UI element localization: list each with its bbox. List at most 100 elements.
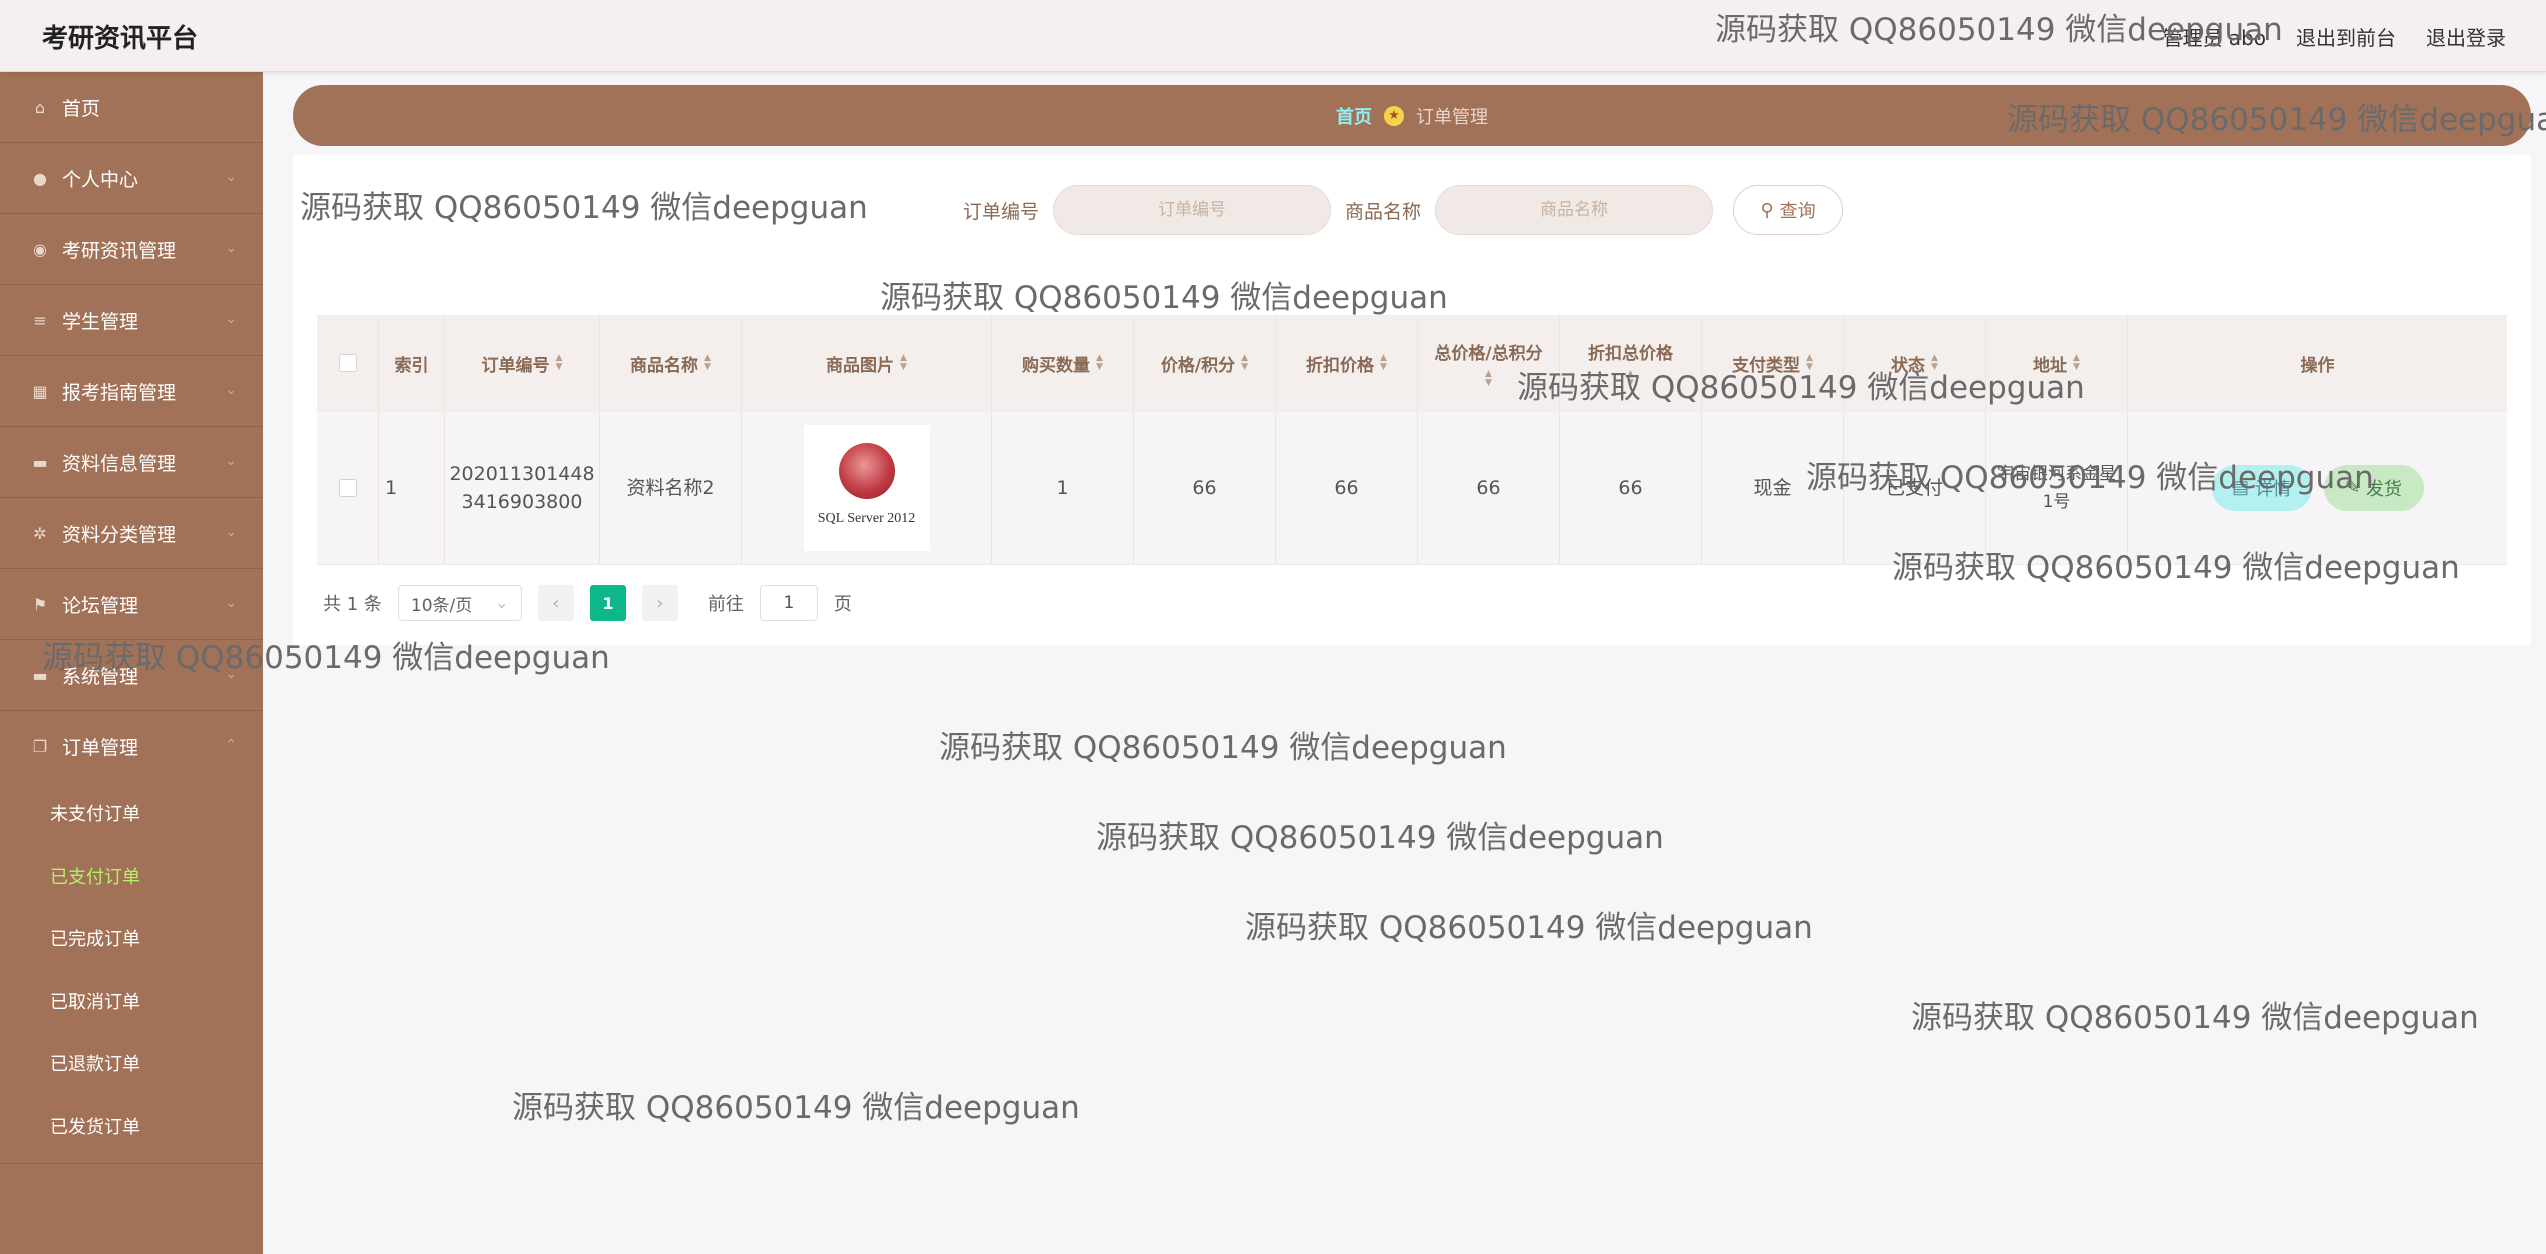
table-header-row: 索引 订单编号 ▲ ▼ 商品名称 ▲ ▼ 商品图片 ▲ ▼ 购买数量 ▲ ▼ 价格/积分 ▲ ▼ 折… xyxy=(317,315,2507,410)
watermark-text: 源码获取 QQ86050149 微信deepguan xyxy=(1245,910,1813,946)
query-button[interactable]: ⚲ 查询 xyxy=(1733,185,1844,235)
row-select-cell xyxy=(317,411,379,564)
search-icon: ⚲ xyxy=(1760,199,1774,220)
page-suffix: 页 xyxy=(833,594,852,615)
page-number[interactable]: 1 xyxy=(589,585,626,621)
watermark-text: 源码获取 QQ86050149 微信deepguan xyxy=(2007,102,2546,138)
header-label: 索引 xyxy=(394,355,429,376)
list-icon: ≡ xyxy=(33,310,47,330)
column-header: 操作 xyxy=(2128,316,2507,410)
product-name-input[interactable] xyxy=(1435,185,1714,235)
total-count: 共 1 条 xyxy=(323,594,382,615)
order-no-input[interactable] xyxy=(1053,185,1332,235)
page-size-value: 10条/页 xyxy=(410,595,473,616)
watermark-text: 源码获取 QQ86050149 微信deepguan xyxy=(1096,820,1664,856)
watermark-text: 源码获取 QQ86050149 微信deepguan xyxy=(1517,370,2085,406)
query-button-label: 查询 xyxy=(1779,201,1816,221)
chevron-down-icon: ⌄ xyxy=(225,453,237,469)
column-header[interactable]: 商品名称 ▲ ▼ xyxy=(600,316,742,410)
sidebar-item-home[interactable]: ⌂ 首页 xyxy=(0,72,263,143)
header-label: 总价格/总积分 xyxy=(1434,343,1543,364)
watermark-text: 源码获取 QQ86050149 微信deepguan xyxy=(42,640,610,676)
breadcrumb-current: 订单管理 xyxy=(1416,106,1488,128)
sidebar-item-personal-center[interactable]: ● 个人中心 ⌄ xyxy=(0,143,263,214)
order-no-line2: 3416903800 xyxy=(461,490,583,513)
chevron-down-icon: ⌄ xyxy=(225,524,237,540)
sort-icon[interactable]: ▲ ▼ xyxy=(704,354,711,372)
sort-icon[interactable]: ▲ ▼ xyxy=(900,354,907,372)
sidebar-item-orders[interactable]: ❐ 订单管理 ⌃ xyxy=(0,711,263,782)
submenu-paid-orders[interactable]: 已支付订单 xyxy=(0,845,263,908)
page-size-select[interactable]: 10条/页 ⌄ xyxy=(397,585,522,621)
sort-icon[interactable]: ▲ ▼ xyxy=(556,354,563,372)
header-label: 商品名称 xyxy=(630,355,699,376)
grid-icon: ▦ xyxy=(32,381,48,401)
product-name-label: 商品名称 xyxy=(1345,200,1422,223)
discount-price-cell: 66 xyxy=(1276,411,1418,564)
watermark-text: 源码获取 QQ86050149 微信deepguan xyxy=(512,1090,1080,1126)
chevron-down-icon: ⌄ xyxy=(494,593,509,613)
watermark-text: 源码获取 QQ86050149 微信deepguan xyxy=(1806,460,2374,496)
chevron-down-icon: ⌄ xyxy=(225,240,237,256)
sort-icon[interactable]: ▲ ▼ xyxy=(1485,369,1492,388)
submenu-completed-orders[interactable]: 已完成订单 xyxy=(0,907,263,970)
pagination: 共 1 条 10条/页 ⌄ ‹ 1 › 前往 页 xyxy=(323,585,852,621)
submenu-unpaid-orders[interactable]: 未支付订单 xyxy=(0,782,263,845)
submenu-shipped-orders[interactable]: 已发货订单 xyxy=(0,1095,263,1158)
search-form: 订单编号 商品名称 ⚲ 查询 xyxy=(963,185,1844,235)
image-caption: SQL Server 2012 xyxy=(817,510,916,526)
microphone-icon: ◉ xyxy=(33,239,47,259)
app-title: 考研资讯平台 xyxy=(42,24,199,54)
chevron-down-icon: ⌄ xyxy=(225,311,237,327)
sidebar-item-news[interactable]: ◉ 考研资讯管理 ⌄ xyxy=(0,214,263,285)
next-page-button[interactable]: › xyxy=(641,585,678,621)
sidebar-item-label: 首页 xyxy=(62,97,101,120)
column-header: 索引 xyxy=(379,316,445,410)
quantity-cell: 1 xyxy=(992,411,1134,564)
column-header[interactable]: 价格/积分 ▲ ▼ xyxy=(1134,316,1276,410)
select-all-checkbox[interactable] xyxy=(338,354,357,372)
column-header[interactable]: 商品图片 ▲ ▼ xyxy=(742,316,992,410)
row-checkbox[interactable] xyxy=(338,478,357,497)
column-header[interactable]: 购买数量 ▲ ▼ xyxy=(992,316,1134,410)
order-submenu: 未支付订单 已支付订单 已完成订单 已取消订单 已退款订单 已发货订单 xyxy=(0,782,263,1164)
sort-icon[interactable]: ▲ ▼ xyxy=(1241,354,1248,372)
copy-icon: ❐ xyxy=(32,737,48,756)
watermark-text: 源码获取 QQ86050149 微信deepguan xyxy=(1715,12,2283,48)
sidebar-item-categories[interactable]: ✲ 资料分类管理 ⌄ xyxy=(0,498,263,569)
sidebar-item-students[interactable]: ≡ 学生管理 ⌄ xyxy=(0,285,263,356)
watermark-text: 源码获取 QQ86050149 微信deepguan xyxy=(939,730,1507,766)
submenu-refunded-orders[interactable]: 已退款订单 xyxy=(0,1032,263,1095)
sort-icon[interactable]: ▲ ▼ xyxy=(1380,354,1387,372)
back-to-front-link[interactable]: 退出到前台 xyxy=(2296,22,2396,51)
chevron-down-icon: ⌄ xyxy=(225,382,237,398)
sidebar-item-forum[interactable]: ⚑ 论坛管理 ⌄ xyxy=(0,569,263,640)
user-icon: ● xyxy=(33,168,47,188)
sidebar-item-label: 论坛管理 xyxy=(62,594,139,617)
logout-link[interactable]: 退出登录 xyxy=(2426,22,2506,51)
settings-icon: ✲ xyxy=(33,523,47,543)
submenu-cancelled-orders[interactable]: 已取消订单 xyxy=(0,970,263,1033)
prev-page-button[interactable]: ‹ xyxy=(537,585,574,621)
chevron-down-icon: ⌄ xyxy=(225,169,237,185)
product-image[interactable]: SQL Server 2012 xyxy=(803,424,930,551)
header-label: 价格/积分 xyxy=(1160,355,1236,376)
briefcase-icon: ▬ xyxy=(32,452,48,472)
watermark-text: 源码获取 QQ86050149 微信deepguan xyxy=(1892,550,2460,586)
home-icon: ⌂ xyxy=(34,97,46,117)
sidebar-item-label: 资料分类管理 xyxy=(62,523,177,546)
breadcrumb-home[interactable]: 首页 xyxy=(1336,103,1372,129)
sidebar-item-label: 考研资讯管理 xyxy=(62,239,177,262)
sidebar-item-label: 个人中心 xyxy=(62,168,139,191)
sort-icon[interactable]: ▲ ▼ xyxy=(1096,354,1103,372)
goto-page-input[interactable] xyxy=(759,585,818,621)
flag-icon: ⚑ xyxy=(32,594,48,614)
product-name-cell: 资料名称2 xyxy=(600,411,742,564)
column-header[interactable]: 订单编号 ▲ ▼ xyxy=(445,316,600,410)
column-header[interactable]: 折扣价格 ▲ ▼ xyxy=(1276,316,1418,410)
sidebar-item-label: 订单管理 xyxy=(62,737,139,759)
sidebar-item-guides[interactable]: ▦ 报考指南管理 ⌄ xyxy=(0,356,263,427)
sidebar-item-materials[interactable]: ▬ 资料信息管理 ⌄ xyxy=(0,427,263,498)
price-cell: 66 xyxy=(1134,411,1276,564)
sql-server-logo-icon xyxy=(838,442,895,499)
